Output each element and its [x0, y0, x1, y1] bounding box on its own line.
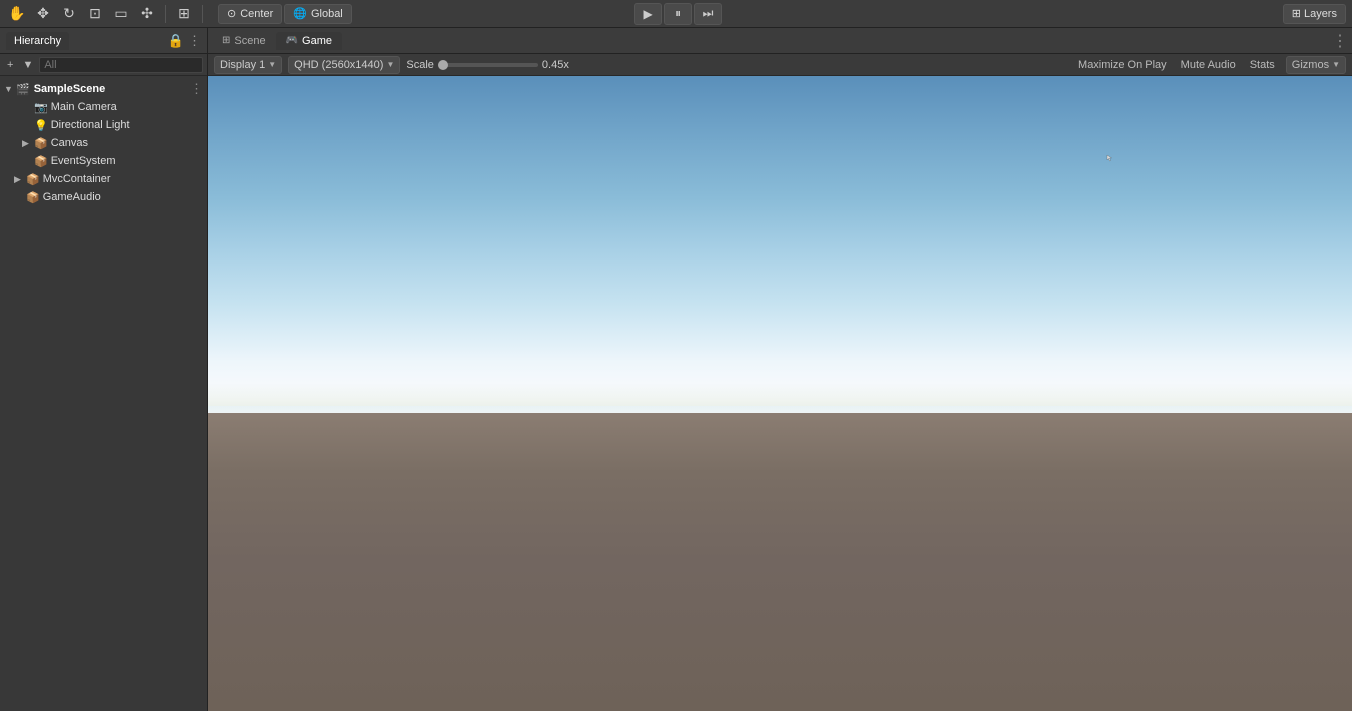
display-dropdown[interactable]: Display 1 ▼: [214, 56, 282, 74]
layers-label: Layers: [1304, 8, 1337, 20]
expand-arrow-canvas: ▶: [22, 138, 34, 149]
gameaudio-icon: 📦: [26, 191, 40, 204]
scene-root-item[interactable]: ▼ 🎬 SampleScene ⋮: [0, 80, 207, 98]
main-camera-label: Main Camera: [51, 101, 117, 113]
scene-tab[interactable]: ⊞ Scene: [212, 32, 276, 50]
rect-tool-icon[interactable]: ▭: [110, 3, 132, 25]
rotate-tool-icon[interactable]: ↻: [58, 3, 80, 25]
step-icon: ⏭: [703, 6, 714, 21]
display-label: Display 1: [220, 59, 265, 71]
canvas-label: Canvas: [51, 137, 88, 149]
eventsystem-label: EventSystem: [51, 155, 116, 167]
hierarchy-tab-label: Hierarchy: [14, 35, 61, 47]
layers-button[interactable]: ⊞ Layers: [1283, 4, 1346, 24]
pause-icon: ⏸: [675, 6, 681, 21]
expand-arrow-scene: ▼: [4, 84, 16, 94]
hierarchy-panel: Hierarchy 🔒 ⋮ + ▼ ▼ 🎬 SampleScene ⋮: [0, 28, 208, 711]
mvccontainer-icon: 📦: [26, 173, 40, 186]
main-view: ⊞ Scene 🎮 Game ⋮ Display 1 ▼ QHD (2560x1…: [208, 28, 1352, 711]
maximize-on-play-btn[interactable]: Maximize On Play: [1075, 58, 1170, 72]
stats-btn[interactable]: Stats: [1247, 58, 1278, 72]
center-icon: ⊙: [227, 7, 236, 20]
scale-slider[interactable]: [438, 63, 538, 67]
top-toolbar: ✋ ✥ ↻ ⊡ ▭ ✣ ⊞ ⊙ Center 🌐 Global ▶ ⏸ ⏭ ⊞ …: [0, 0, 1352, 28]
step-button[interactable]: ⏭: [694, 3, 722, 25]
resolution-label: QHD (2560x1440): [294, 59, 383, 71]
hierarchy-toolbar: + ▼: [0, 54, 207, 76]
layers-icon: ⊞: [1292, 7, 1301, 20]
hierarchy-content: ▼ 🎬 SampleScene ⋮ 📷 Main Camera 💡 Direct…: [0, 76, 207, 711]
scale-label: Scale: [406, 59, 434, 71]
pivot-group: ⊙ Center 🌐 Global: [218, 4, 352, 24]
hierarchy-arrow[interactable]: ▼: [19, 58, 36, 72]
scene-tab-label: Scene: [234, 35, 265, 47]
move-tool-icon[interactable]: ✥: [32, 3, 54, 25]
pivot-global-btn[interactable]: 🌐 Global: [284, 4, 352, 24]
transform-tool-icon[interactable]: ✣: [136, 3, 158, 25]
hierarchy-header: Hierarchy 🔒 ⋮: [0, 28, 207, 54]
scene-tab-icon: ⊞: [222, 35, 230, 46]
custom-tool-icon[interactable]: ⊞: [173, 3, 195, 25]
toolbar-sep-1: [165, 5, 166, 23]
view-tabs: ⊞ Scene 🎮 Game ⋮: [208, 28, 1352, 54]
light-icon: 💡: [34, 119, 48, 132]
hierarchy-tab[interactable]: Hierarchy: [6, 32, 69, 50]
canvas-icon: 📦: [34, 137, 48, 150]
resolution-dropdown-arrow: ▼: [386, 60, 394, 69]
hierarchy-menu-icon[interactable]: ⋮: [188, 33, 201, 49]
gizmos-label: Gizmos: [1292, 59, 1329, 71]
scene-name: SampleScene: [34, 83, 106, 95]
game-tab-icon: 🎮: [286, 35, 298, 46]
eventsystem-icon: 📦: [34, 155, 48, 168]
play-button[interactable]: ▶: [634, 3, 662, 25]
hierarchy-item-gameaudio[interactable]: 📦 GameAudio: [0, 188, 207, 206]
hand-tool-icon[interactable]: ✋: [6, 3, 28, 25]
game-viewport[interactable]: [208, 76, 1352, 711]
hierarchy-item-main-camera[interactable]: 📷 Main Camera: [0, 98, 207, 116]
mvccontainer-label: MvcContainer: [43, 173, 111, 185]
toolbar-sep-2: [202, 5, 203, 23]
gizmos-arrow: ▼: [1332, 60, 1340, 69]
game-toolbar-right: Maximize On Play Mute Audio Stats Gizmos…: [1075, 56, 1346, 74]
camera-icon: 📷: [34, 101, 48, 114]
gameaudio-label: GameAudio: [43, 191, 101, 203]
play-icon: ▶: [643, 7, 652, 21]
pause-button[interactable]: ⏸: [664, 3, 692, 25]
scene-icon: 🎬: [16, 83, 30, 96]
scale-thumb: [438, 60, 448, 70]
panel-row: Hierarchy 🔒 ⋮ + ▼ ▼ 🎬 SampleScene ⋮: [0, 28, 1352, 711]
pivot-center-btn[interactable]: ⊙ Center: [218, 4, 282, 24]
global-icon: 🌐: [293, 7, 307, 20]
directional-light-label: Directional Light: [51, 119, 130, 131]
gizmos-btn[interactable]: Gizmos ▼: [1286, 56, 1346, 74]
game-toolbar: Display 1 ▼ QHD (2560x1440) ▼ Scale 0.45…: [208, 54, 1352, 76]
add-hierarchy-btn[interactable]: +: [4, 58, 16, 72]
hierarchy-item-eventsystem[interactable]: 📦 EventSystem: [0, 152, 207, 170]
ground-plane: [208, 413, 1352, 711]
scale-value: 0.45x: [542, 59, 569, 71]
lock-icon[interactable]: 🔒: [168, 33, 184, 49]
hierarchy-search[interactable]: [39, 57, 203, 73]
scale-container: Scale 0.45x: [406, 59, 568, 71]
game-tab[interactable]: 🎮 Game: [276, 32, 342, 50]
view-more-icon[interactable]: ⋮: [1332, 31, 1348, 51]
scene-menu-icon[interactable]: ⋮: [190, 81, 203, 97]
display-dropdown-arrow: ▼: [268, 60, 276, 69]
hierarchy-item-mvccontainer[interactable]: ▶ 📦 MvcContainer: [0, 170, 207, 188]
pivot-label: Center: [240, 8, 273, 20]
scale-tool-icon[interactable]: ⊡: [84, 3, 106, 25]
sky-gradient: [208, 76, 1352, 425]
hierarchy-header-icons: 🔒 ⋮: [168, 33, 201, 49]
hierarchy-item-canvas[interactable]: ▶ 📦 Canvas: [0, 134, 207, 152]
mute-audio-btn[interactable]: Mute Audio: [1178, 58, 1239, 72]
expand-arrow-mvc: ▶: [14, 174, 26, 185]
global-label: Global: [311, 8, 343, 20]
game-tab-label: Game: [302, 35, 332, 47]
play-controls: ▶ ⏸ ⏭: [634, 3, 722, 25]
hierarchy-item-directional-light[interactable]: 💡 Directional Light: [0, 116, 207, 134]
resolution-dropdown[interactable]: QHD (2560x1440) ▼: [288, 56, 400, 74]
